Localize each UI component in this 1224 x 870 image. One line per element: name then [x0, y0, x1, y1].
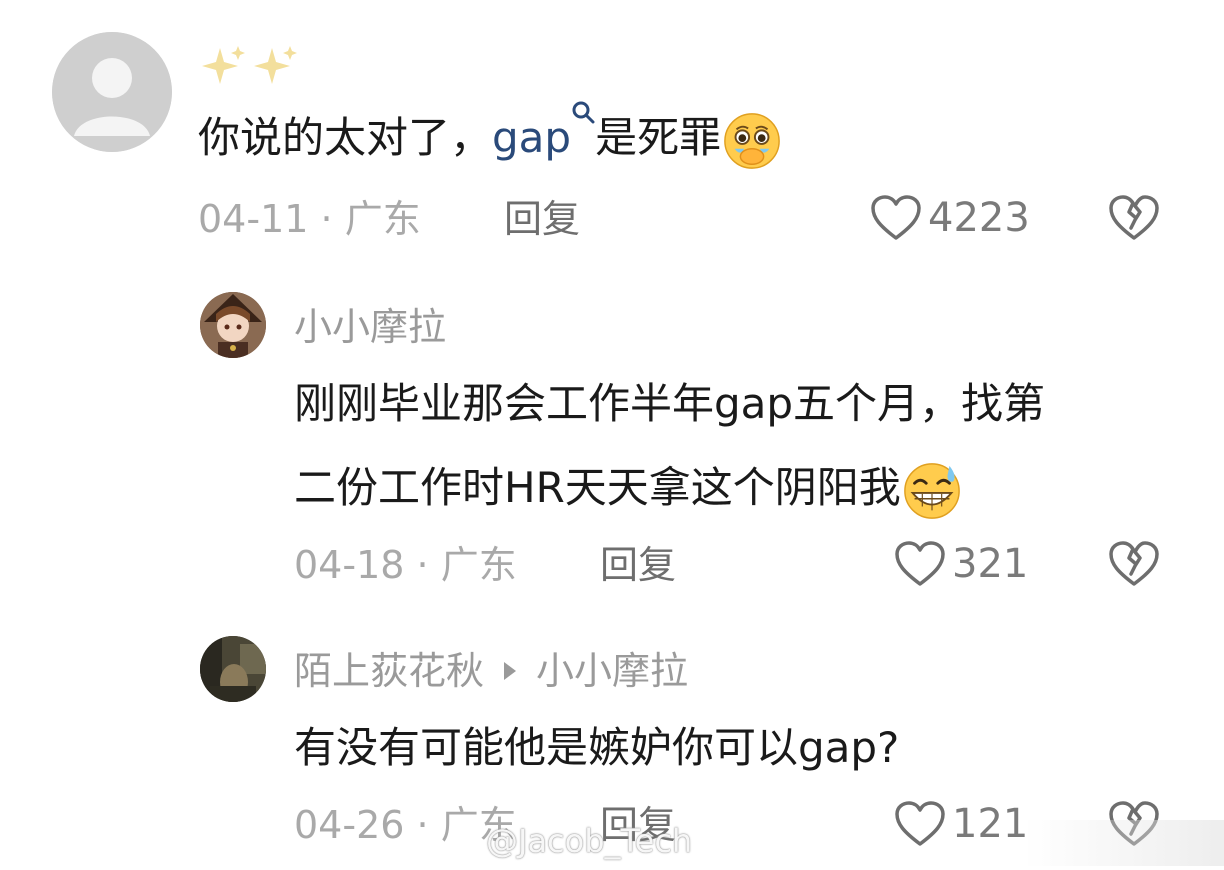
- reply-header: 陌上荻花秋 小小摩拉: [294, 652, 688, 690]
- comment-text: 二份工作时HR天天拿这个阴阳我: [294, 463, 901, 512]
- triangle-right-icon: [504, 662, 517, 680]
- broken-heart-icon: [1109, 195, 1159, 240]
- like-count: 321: [952, 541, 1029, 587]
- anime-avatar-icon: [200, 292, 266, 358]
- comment-meta: 04-11 · 广东: [198, 200, 421, 238]
- username[interactable]: 陌上荻花秋: [294, 652, 484, 690]
- search-link[interactable]: gap: [492, 113, 571, 162]
- heart-outline-icon: [895, 541, 945, 586]
- meta-separator: ·: [320, 197, 333, 241]
- comment-meta: 04-18 · 广东: [294, 546, 517, 584]
- comment-text: 有没有可能他是嫉妒你可以gap?: [294, 723, 900, 772]
- like-button[interactable]: 321: [894, 540, 1028, 588]
- like-button[interactable]: 4223: [870, 194, 1030, 242]
- dislike-button[interactable]: [1108, 194, 1160, 242]
- comment-date: 04-11: [198, 197, 309, 241]
- comment-date: 04-26: [294, 803, 405, 847]
- comment-body: 刚刚毕业那会工作半年gap五个月，找第 二份工作时HR天天拿这个阴阳我: [294, 362, 1045, 530]
- default-user-icon: [52, 32, 172, 152]
- watermark: @Jacob_Tech: [486, 822, 693, 860]
- avatar-default[interactable]: [52, 32, 172, 152]
- heart-outline-icon: [895, 801, 945, 846]
- comment-text-line: 刚刚毕业那会工作半年gap五个月，找第: [294, 379, 1046, 428]
- grinning-sweat-emoji-icon: [903, 462, 960, 519]
- comment-text-line: 二份工作时HR天天拿这个阴阳我: [294, 446, 1045, 530]
- watermark-fade: [1024, 820, 1224, 866]
- comment-thread: ✨✨ 你说的太对了，gap 是死罪 04-11 · 广东 回复: [0, 0, 1224, 870]
- reply-button[interactable]: 回复: [600, 546, 676, 584]
- avatar-user[interactable]: [200, 292, 266, 358]
- pleading-crying-emoji-icon: [724, 112, 780, 169]
- search-icon[interactable]: [571, 100, 595, 130]
- meta-separator: ·: [416, 543, 429, 587]
- username-sparkles[interactable]: ✨✨: [198, 42, 302, 94]
- broken-heart-icon: [1109, 541, 1159, 586]
- avatar-user[interactable]: [200, 636, 266, 702]
- comment-meta: 04-26 · 广东: [294, 806, 517, 844]
- sparkles-icon: [202, 46, 297, 84]
- comment-text: 你说的太对了，: [198, 113, 493, 162]
- photo-avatar-icon: [200, 636, 266, 702]
- reply-to-username[interactable]: 小小摩拉: [536, 652, 688, 690]
- meta-separator: ·: [416, 803, 429, 847]
- comment-text: 是死罪: [595, 113, 722, 162]
- comment-location: 广东: [440, 543, 517, 587]
- dislike-button[interactable]: [1108, 540, 1160, 588]
- like-count: 121: [952, 801, 1029, 847]
- heart-outline-icon: [871, 195, 921, 240]
- comment-location: 广东: [344, 197, 421, 241]
- reply-button[interactable]: 回复: [504, 200, 580, 238]
- username[interactable]: 小小摩拉: [294, 308, 446, 346]
- comment-body: 你说的太对了，gap 是死罪: [198, 96, 783, 180]
- like-button[interactable]: 121: [894, 800, 1028, 848]
- like-count: 4223: [928, 195, 1030, 241]
- comment-date: 04-18: [294, 543, 405, 587]
